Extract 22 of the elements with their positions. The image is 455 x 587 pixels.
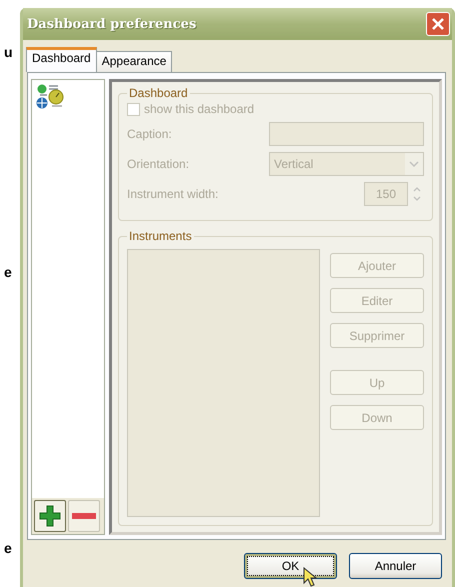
tab[interactable]: Appearance [96,51,172,72]
dashboard-thumbnail-icon[interactable] [36,84,66,110]
dialog-button[interactable]: Annuler [349,553,442,579]
add-button[interactable] [34,500,66,532]
minus-icon [71,512,97,520]
field-label: Instrument width: [127,187,218,201]
checkbox-label: show this dashboard [144,102,254,116]
group-title: Instruments [128,229,193,243]
close-icon[interactable] [426,12,450,36]
cursor-icon [303,567,317,587]
background-text: e [4,264,12,280]
plus-icon [38,504,62,528]
group-title: Dashboard [128,86,189,100]
instrument-list[interactable] [127,249,320,517]
background-text: e [4,540,12,556]
field-label: Orientation: [127,157,190,171]
window-title: Dashboard preferences [27,16,196,32]
background-text: u [4,44,13,60]
field-label: Caption: [127,127,172,141]
tab[interactable]: Dashboard [26,47,97,72]
remove-button[interactable] [68,500,100,532]
dialog-button[interactable]: OK [244,553,337,579]
